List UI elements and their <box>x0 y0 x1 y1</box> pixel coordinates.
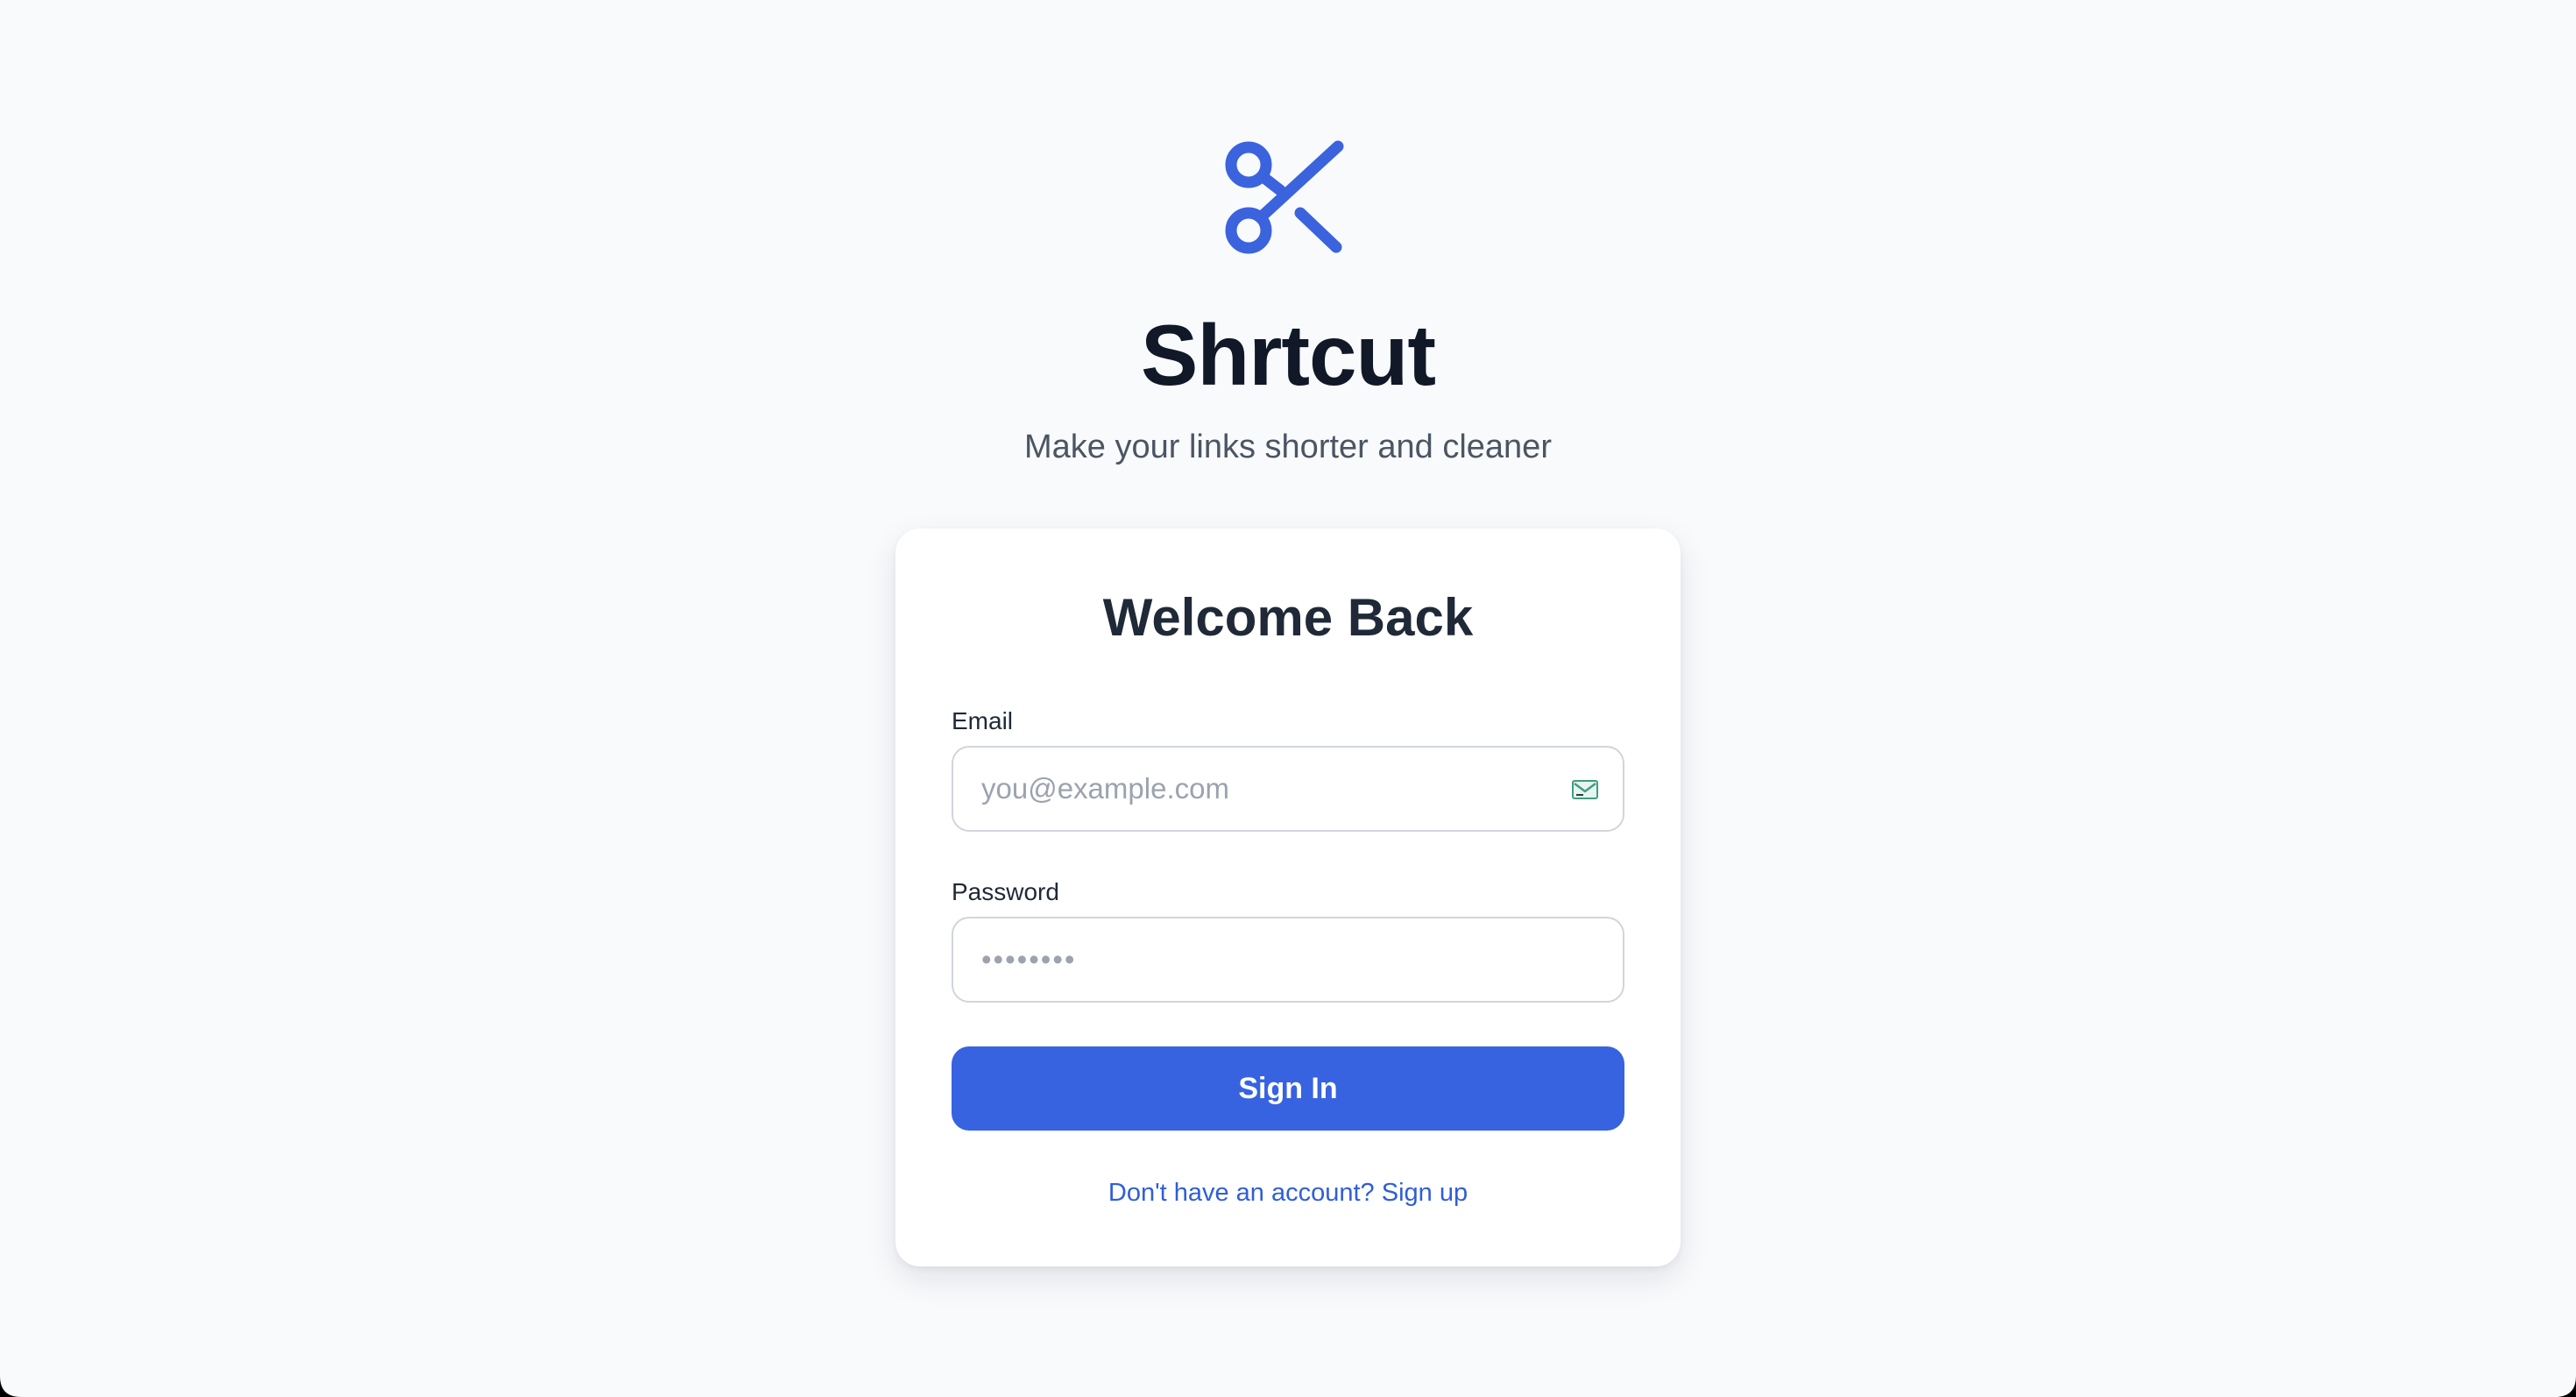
login-page: Shrtcut Make your links shorter and clea… <box>0 0 2576 1397</box>
login-card: Welcome Back Email Password Sign In Don'… <box>895 528 1681 1266</box>
sign-in-button[interactable]: Sign In <box>952 1046 1624 1131</box>
scissors-icon <box>1225 140 1344 254</box>
app-title: Shrtcut <box>1141 307 1436 403</box>
password-field <box>952 917 1624 1003</box>
sign-up-link[interactable]: Don't have an account? Sign up <box>895 1174 1681 1212</box>
email-field <box>952 746 1624 832</box>
email-input[interactable] <box>953 748 1623 830</box>
password-label: Password <box>952 878 1059 905</box>
mail-icon <box>1572 780 1598 799</box>
app-tagline: Make your links shorter and cleaner <box>1024 429 1552 465</box>
email-label: Email <box>952 707 1014 734</box>
login-card-title: Welcome Back <box>1102 588 1474 647</box>
window-corner-right <box>2555 1376 2576 1397</box>
password-input[interactable] <box>953 918 1623 1001</box>
window-corner-left <box>0 1376 21 1397</box>
